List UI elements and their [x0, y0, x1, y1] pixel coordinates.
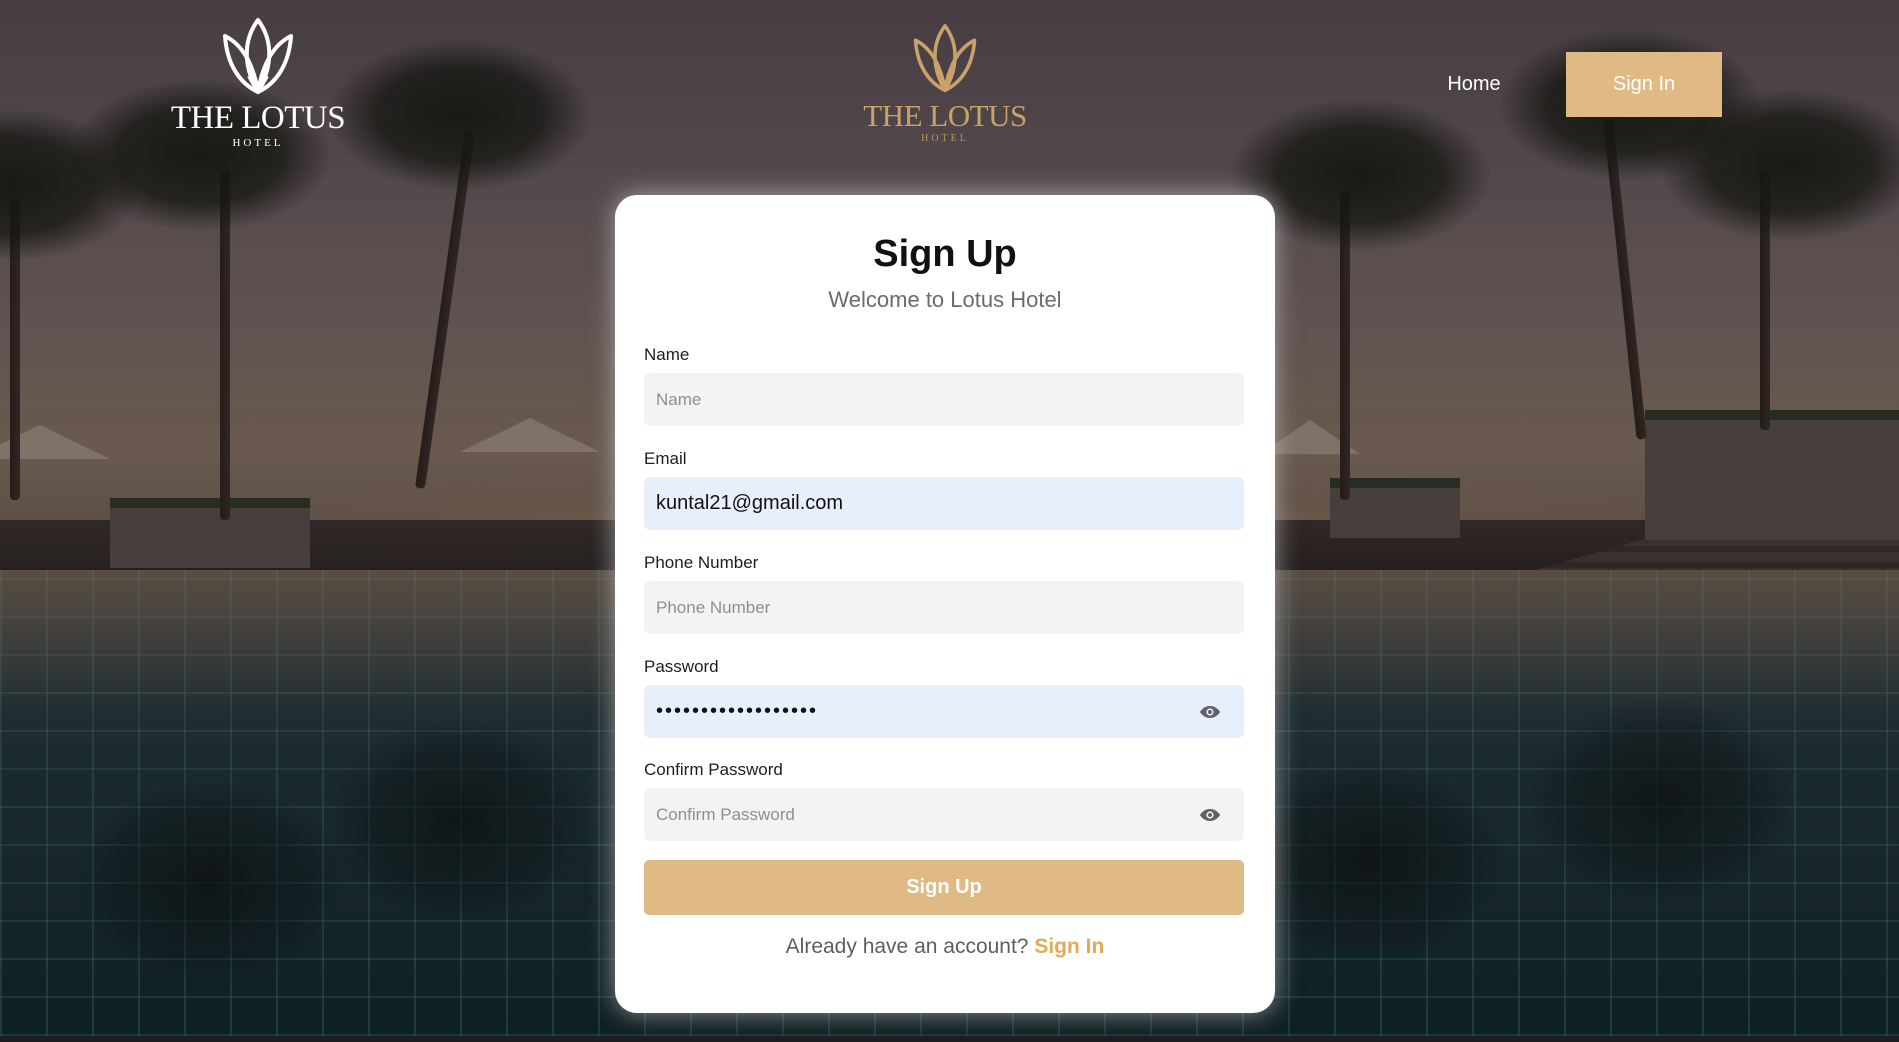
password-visibility-toggle[interactable] — [1195, 701, 1225, 723]
confirm-password-visibility-toggle[interactable] — [1195, 804, 1225, 826]
password-label: Password — [644, 657, 719, 676]
name-label: Name — [644, 345, 690, 364]
phone-label: Phone Number — [644, 553, 759, 572]
signin-prompt-text: Already have an account? — [785, 935, 1029, 958]
brand-logo[interactable]: THE LOTUS HOTEL — [160, 14, 356, 154]
form-subtitle: Welcome to Lotus Hotel — [828, 287, 1062, 312]
center-brand-subtitle: HOTEL — [921, 133, 969, 144]
brand-title: THE LOTUS — [170, 100, 346, 136]
center-brand-title: THE LOTUS — [863, 98, 1027, 133]
center-brand-logo: THE LOTUS HOTEL — [857, 20, 1033, 146]
eye-icon — [1200, 706, 1220, 718]
bottom-edge — [0, 1036, 1899, 1042]
lotus-flower-icon — [223, 18, 293, 94]
confirm-password-label: Confirm Password — [644, 760, 783, 779]
brand-subtitle: HOTEL — [232, 137, 284, 149]
form-title: Sign Up — [873, 233, 1017, 275]
signin-link[interactable]: Sign In — [1034, 935, 1104, 958]
password-input[interactable] — [644, 685, 1244, 738]
email-input[interactable] — [644, 477, 1244, 530]
lotus-flower-icon — [913, 24, 977, 93]
eye-icon — [1200, 809, 1220, 821]
nav-signin-button[interactable]: Sign In — [1566, 52, 1722, 117]
confirm-password-input[interactable] — [644, 788, 1244, 841]
nav-home-link[interactable]: Home — [1420, 68, 1528, 100]
name-input[interactable] — [644, 373, 1244, 426]
signup-submit-button[interactable]: Sign Up — [644, 860, 1244, 915]
signin-prompt: Already have an account? Sign In — [615, 935, 1275, 959]
signup-card: Sign Up Welcome to Lotus Hotel Name Emai… — [615, 195, 1275, 1013]
phone-input[interactable] — [644, 581, 1244, 634]
email-label: Email — [644, 449, 687, 468]
